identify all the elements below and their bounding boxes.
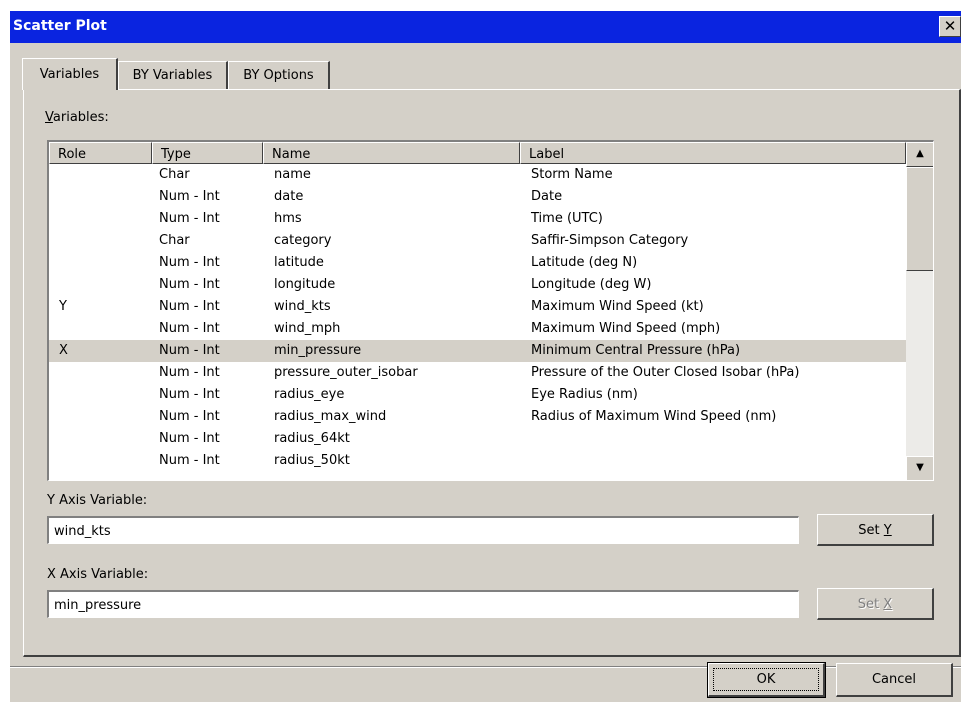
tab-by-variables[interactable]: BY Variables [118, 61, 228, 89]
column-header-role[interactable]: Role [49, 142, 152, 164]
cell-name: radius_64kt [274, 431, 350, 446]
cell-label: Latitude (deg N) [531, 255, 638, 270]
table-row[interactable]: X Num - Int min_pressure Minimum Central Pr… [49, 340, 906, 362]
variables-label-rest: ariables: [52, 110, 109, 125]
cell-label: Pressure of the Outer Closed Isobar (hPa… [531, 365, 800, 380]
tab-by-options[interactable]: BY Options [228, 61, 330, 89]
cell-label: Longitude (deg W) [531, 277, 652, 292]
set-y-mnemonic: Y [883, 523, 892, 538]
cell-name: latitude [274, 255, 324, 270]
table-row[interactable]: Num - Int radius_eye Eye Radius (nm) [49, 384, 906, 406]
ok-label: OK [756, 672, 776, 687]
set-x-button[interactable]: Set X [817, 588, 934, 620]
cell-name: wind_mph [274, 321, 341, 336]
cell-name: name [274, 167, 311, 182]
set-y-text: Set [858, 523, 884, 538]
set-y-button[interactable]: Set Y [817, 514, 934, 546]
cell-type: Num - Int [159, 211, 220, 226]
column-headers: Role Type Name Label [49, 142, 906, 164]
variables-label: Variables: [45, 110, 109, 125]
cell-label: Maximum Wind Speed (kt) [531, 299, 704, 314]
cell-label: Saffir-Simpson Category [531, 233, 689, 248]
cell-label: Eye Radius (nm) [531, 387, 638, 402]
table-row[interactable]: Char category Saffir-Simpson Category [49, 230, 906, 252]
cancel-button[interactable]: Cancel [836, 663, 953, 697]
cell-label: Date [531, 189, 563, 204]
cell-type: Char [159, 167, 190, 182]
x-axis-label: X Axis Variable: [47, 567, 149, 582]
cell-name: category [274, 233, 332, 248]
cell-label: Radius of Maximum Wind Speed (nm) [531, 409, 777, 424]
close-icon[interactable]: ✕ [939, 16, 961, 37]
cell-label: Time (UTC) [531, 211, 603, 226]
scroll-thumb[interactable] [906, 167, 933, 271]
table-row[interactable]: Y Num - Int wind_kts Maximum Wind Speed (kt… [49, 296, 906, 318]
table-row[interactable]: Num - Int radius_50kt [49, 450, 906, 472]
window-title: Scatter Plot [13, 18, 107, 34]
cell-type: Num - Int [159, 189, 220, 204]
column-header-label[interactable]: Label [520, 142, 906, 164]
variables-label-mnemonic: V [45, 110, 53, 125]
cell-type: Num - Int [159, 255, 220, 270]
cell-type: Char [159, 233, 190, 248]
table-row[interactable]: Num - Int radius_64kt [49, 428, 906, 450]
ok-button[interactable]: OK [707, 662, 826, 698]
table-row[interactable]: Num - Int radius_max_wind Radius of Maximu… [49, 406, 906, 428]
variable-rows: Char name Storm Name Num - Int date Date Num -… [49, 164, 906, 480]
table-row[interactable]: Char name Storm Name [49, 164, 906, 186]
cell-name: radius_max_wind [274, 409, 387, 424]
cell-name: longitude [274, 277, 336, 292]
cell-type: Num - Int [159, 277, 220, 292]
cell-role: X [59, 343, 68, 358]
cell-type: Num - Int [159, 387, 220, 402]
vertical-scrollbar[interactable]: ▲ ▼ [906, 142, 933, 480]
set-x-mnemonic: X [883, 597, 893, 612]
cell-type: Num - Int [159, 431, 220, 446]
set-x-text: Set [857, 597, 884, 612]
title-bar: Scatter Plot ✕ [10, 11, 961, 43]
scatter-plot-dialog: Scatter Plot ✕ Variables BY Variables BY… [10, 11, 961, 702]
cell-name: pressure_outer_isobar [274, 365, 418, 380]
cell-type: Num - Int [159, 409, 220, 424]
cell-type: Num - Int [159, 453, 220, 468]
cell-type: Num - Int [159, 321, 220, 336]
cell-type: Num - Int [159, 343, 220, 358]
table-row[interactable]: Num - Int hms Time (UTC) [49, 208, 906, 230]
cell-name: wind_kts [274, 299, 331, 314]
cell-name: radius_eye [274, 387, 345, 402]
cell-type: Num - Int [159, 299, 220, 314]
table-row[interactable]: Num - Int pressure_outer_isobar Pressure o… [49, 362, 906, 384]
cell-name: radius_50kt [274, 453, 350, 468]
column-header-name[interactable]: Name [263, 142, 520, 164]
cell-name: min_pressure [274, 343, 362, 358]
scroll-down-icon[interactable]: ▼ [906, 456, 933, 480]
scroll-up-icon[interactable]: ▲ [906, 142, 933, 167]
table-row[interactable]: Num - Int date Date [49, 186, 906, 208]
y-axis-label: Y Axis Variable: [47, 493, 148, 508]
cell-label: Storm Name [531, 167, 613, 182]
cell-role: Y [59, 299, 67, 314]
variables-list[interactable]: Role Type Name Label Char name Storm Name N… [47, 140, 934, 481]
table-row[interactable]: Num - Int latitude Latitude (deg N) [49, 252, 906, 274]
x-axis-field[interactable]: min_pressure [47, 590, 799, 618]
cell-label: Minimum Central Pressure (hPa) [531, 343, 741, 358]
table-row[interactable]: Num - Int longitude Longitude (deg W) [49, 274, 906, 296]
column-header-type[interactable]: Type [152, 142, 263, 164]
cell-type: Num - Int [159, 365, 220, 380]
cell-name: date [274, 189, 304, 204]
cell-name: hms [274, 211, 302, 226]
cell-label: Maximum Wind Speed (mph) [531, 321, 721, 336]
table-row[interactable]: Num - Int wind_mph Maximum Wind Speed (mph… [49, 318, 906, 340]
y-axis-field[interactable]: wind_kts [47, 516, 799, 544]
tab-variables[interactable]: Variables [22, 58, 118, 90]
